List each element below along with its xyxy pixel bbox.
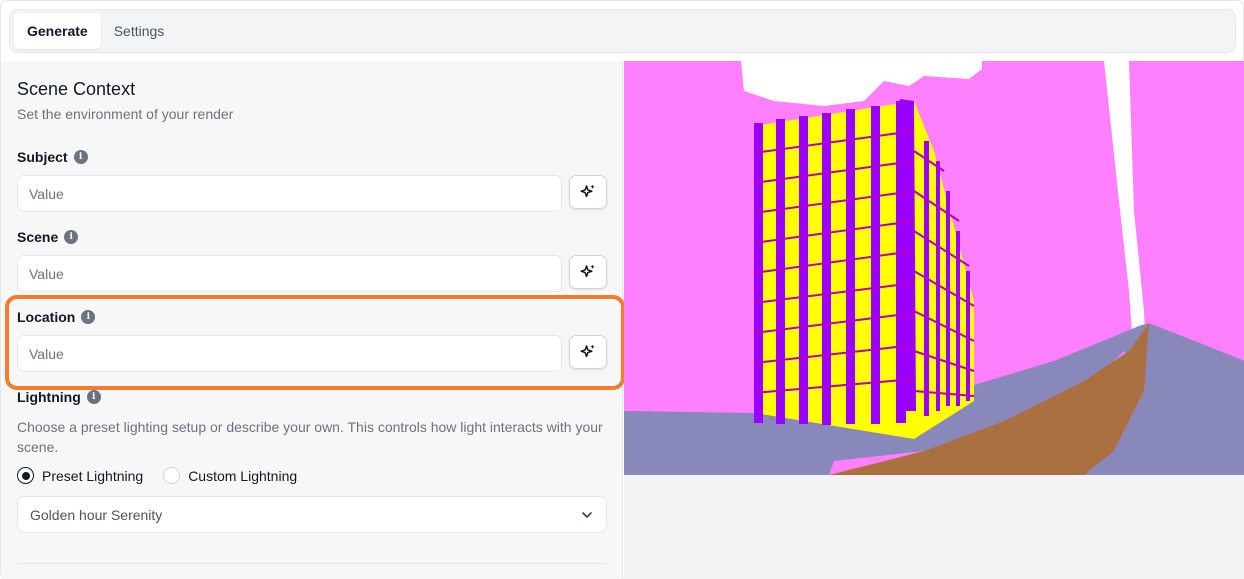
info-icon[interactable]: i bbox=[81, 310, 96, 324]
subject-label: Subject i bbox=[17, 149, 88, 165]
location-magic-button[interactable] bbox=[569, 335, 607, 369]
sparkles-icon bbox=[580, 184, 595, 198]
radio-button[interactable] bbox=[163, 467, 181, 484]
scene-label-text: Scene bbox=[17, 229, 59, 245]
tab-generate[interactable]: Generate bbox=[14, 13, 101, 49]
radio-label: Custom Lightning bbox=[188, 467, 298, 484]
subject-input[interactable] bbox=[17, 175, 562, 212]
sparkles-icon bbox=[580, 344, 595, 358]
scene-input[interactable] bbox=[17, 255, 562, 292]
tab-settings[interactable]: Settings bbox=[101, 13, 178, 49]
location-label-text: Location bbox=[17, 309, 76, 325]
chevron-down-icon bbox=[582, 511, 592, 518]
info-icon[interactable]: i bbox=[86, 390, 101, 404]
location-input[interactable] bbox=[17, 335, 562, 372]
scene-magic-button[interactable] bbox=[569, 255, 607, 289]
lightning-mode-group: Preset Lightning Custom Lightning bbox=[17, 467, 317, 484]
lightning-label: Lightning i bbox=[17, 389, 101, 405]
location-label: Location i bbox=[17, 309, 96, 325]
preview-panel bbox=[624, 61, 1244, 579]
divider bbox=[17, 563, 607, 564]
section-title: Scene Context bbox=[17, 79, 136, 99]
info-icon[interactable]: i bbox=[73, 150, 88, 164]
lightning-description: Choose a preset lighting setup or descri… bbox=[17, 419, 603, 455]
subject-magic-button[interactable] bbox=[569, 175, 607, 209]
tab-bar: Generate Settings bbox=[9, 9, 1236, 53]
radio-preset-lightning[interactable]: Preset Lightning bbox=[17, 467, 143, 484]
segmentation-render-image bbox=[624, 61, 1244, 475]
section-subtitle: Set the environment of your render bbox=[17, 106, 234, 122]
lightning-preset-select[interactable]: Golden hour Serenity bbox=[17, 496, 607, 533]
select-value: Golden hour Serenity bbox=[30, 506, 163, 523]
scene-label: Scene i bbox=[17, 229, 79, 245]
settings-panel: Scene Context Set the environment of you… bbox=[1, 61, 625, 579]
radio-label: Preset Lightning bbox=[42, 467, 144, 484]
sparkles-icon bbox=[580, 264, 595, 278]
lightning-label-text: Lightning bbox=[17, 389, 81, 405]
radio-custom-lightning[interactable]: Custom Lightning bbox=[163, 467, 297, 484]
radio-button[interactable] bbox=[17, 467, 34, 484]
app-window: Generate Settings Scene Context Set the … bbox=[0, 0, 1244, 579]
info-icon[interactable]: i bbox=[64, 230, 79, 244]
subject-label-text: Subject bbox=[17, 149, 68, 165]
